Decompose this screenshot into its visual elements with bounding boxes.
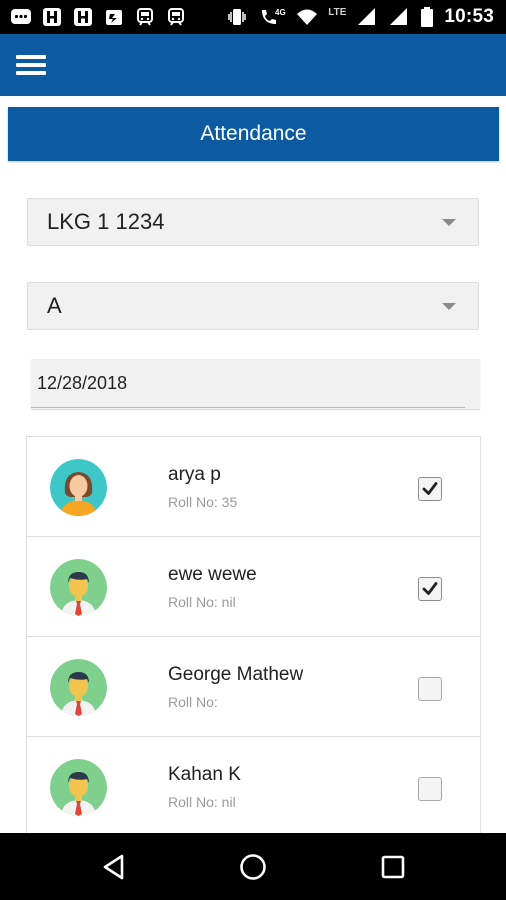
student-row: George Mathew Roll No: xyxy=(27,637,480,737)
dropdown-arrow-icon xyxy=(442,303,456,310)
student-roll: Roll No: 35 xyxy=(168,494,238,510)
train-icon xyxy=(165,6,187,28)
checkmark-icon xyxy=(422,482,438,495)
train-icon xyxy=(134,6,156,28)
student-row: ewe wewe Roll No: nil xyxy=(27,537,480,637)
page-title: Attendance xyxy=(8,107,499,161)
system-nav-bar xyxy=(0,833,506,900)
battery-icon xyxy=(420,6,434,28)
clock: 10:53 xyxy=(444,6,494,27)
status-bar: 4G LTE 10:53 xyxy=(0,0,506,34)
system-icons: 4G LTE 10:53 xyxy=(226,6,506,28)
student-roll: Roll No: nil xyxy=(168,794,236,810)
hamburger-menu-icon[interactable] xyxy=(16,53,46,77)
date-value: 12/28/2018 xyxy=(37,373,128,393)
app-screen: 4G LTE 10:53 Attendance LKG 1 1234 A 12/… xyxy=(0,0,506,900)
notification-icons xyxy=(0,6,187,28)
home-circle-icon[interactable] xyxy=(237,851,269,883)
student-name: Kahan K xyxy=(168,764,241,785)
student-roll: Roll No: nil xyxy=(168,594,236,610)
dropdown-arrow-icon xyxy=(442,219,456,226)
female-avatar-icon xyxy=(50,459,107,516)
male-avatar-icon xyxy=(50,559,107,616)
student-list: arya p Roll No: 35 ewe wewe Roll No: nil xyxy=(26,436,481,836)
student-name: arya p xyxy=(168,464,221,485)
messenger-icon xyxy=(10,6,32,28)
male-avatar-icon xyxy=(50,659,107,716)
class-select-value: LKG 1 1234 xyxy=(47,209,165,234)
attendance-checkbox[interactable] xyxy=(418,577,442,601)
image-icon xyxy=(72,6,94,28)
attendance-checkbox[interactable] xyxy=(418,477,442,501)
call-icon: 4G xyxy=(258,6,286,28)
image-icon xyxy=(41,6,63,28)
date-field-underline xyxy=(31,407,465,408)
section-select-value: A xyxy=(47,293,62,318)
recents-square-icon[interactable] xyxy=(377,851,409,883)
network-type-label: LTE xyxy=(328,6,347,18)
signal-icon xyxy=(388,6,410,28)
back-triangle-icon[interactable] xyxy=(98,851,130,883)
attendance-checkbox[interactable] xyxy=(418,677,442,701)
student-row: Kahan K Roll No: nil xyxy=(27,737,480,836)
student-name: George Mathew xyxy=(168,664,304,685)
student-name: ewe wewe xyxy=(168,564,257,585)
app-bar xyxy=(0,34,506,96)
class-select[interactable]: LKG 1 1234 xyxy=(27,198,479,246)
student-roll: Roll No: xyxy=(168,694,218,710)
male-avatar-icon xyxy=(50,759,107,816)
checkmark-icon xyxy=(422,582,438,595)
date-field[interactable]: 12/28/2018 xyxy=(31,359,480,409)
app-icon xyxy=(103,6,125,28)
attendance-checkbox[interactable] xyxy=(418,777,442,801)
data-type-label: 4G xyxy=(275,8,286,17)
signal-icon xyxy=(356,6,378,28)
wifi-icon xyxy=(296,6,318,28)
student-row: arya p Roll No: 35 xyxy=(27,437,480,537)
vibrate-icon xyxy=(226,6,248,28)
section-select[interactable]: A xyxy=(27,282,479,330)
